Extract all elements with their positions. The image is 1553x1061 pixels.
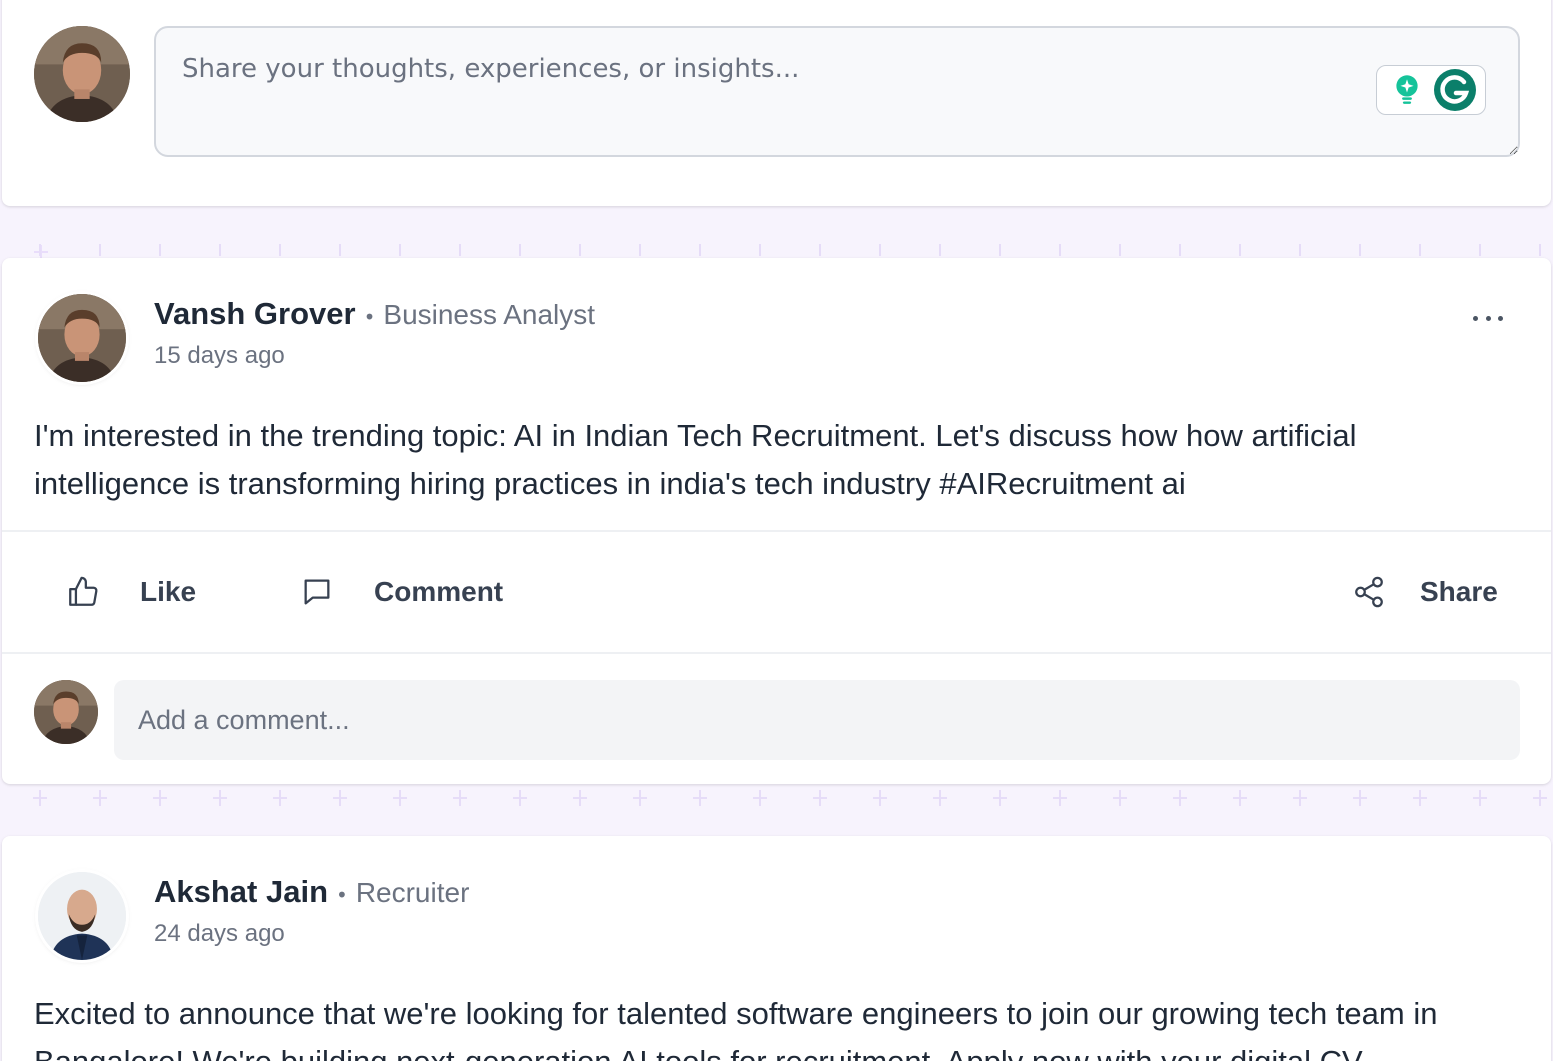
comment-row xyxy=(2,656,1551,776)
divider xyxy=(2,652,1551,654)
author-name[interactable]: Vansh Grover xyxy=(154,296,356,332)
current-user-avatar[interactable] xyxy=(34,26,130,122)
background-pattern-middle xyxy=(0,784,1553,814)
post-card: Vansh Grover • Business Analyst 15 days … xyxy=(2,258,1551,784)
user-avatar-image xyxy=(38,872,126,960)
comment-label: Comment xyxy=(374,576,504,607)
commenter-avatar[interactable] xyxy=(34,680,98,744)
post-composer-card xyxy=(2,0,1551,206)
user-avatar-image xyxy=(34,680,98,744)
author-role: Business Analyst xyxy=(383,299,596,330)
share-button[interactable]: Share xyxy=(1352,532,1498,652)
post-composer-input[interactable] xyxy=(154,26,1520,157)
post-actions: Like Comment Share xyxy=(2,532,1551,652)
author-role: Recruiter xyxy=(355,877,470,908)
share-label: Share xyxy=(1420,576,1498,607)
post-body: Excited to announce that we're looking f… xyxy=(34,996,1438,1061)
thumbs-up-icon xyxy=(69,576,98,606)
comment-input[interactable] xyxy=(114,680,1520,760)
like-label: Like xyxy=(140,576,197,607)
user-avatar-image xyxy=(34,26,130,122)
grammarly-icon[interactable] xyxy=(1433,68,1477,112)
share-icon xyxy=(1355,576,1383,608)
comment-button[interactable]: Comment xyxy=(300,532,503,652)
post-timestamp: 24 days ago xyxy=(154,920,285,947)
author-avatar[interactable] xyxy=(38,872,126,960)
separator-dot: • xyxy=(336,883,348,907)
writing-assistant-widget[interactable] xyxy=(1376,65,1486,115)
lightbulb-icon[interactable] xyxy=(1385,68,1429,112)
separator-dot: • xyxy=(363,305,376,329)
more-options-icon[interactable] xyxy=(1473,308,1503,328)
user-avatar-image xyxy=(38,294,126,382)
author-name[interactable]: Akshat Jain xyxy=(154,874,328,910)
post-timestamp: 15 days ago xyxy=(154,342,285,369)
post-card: Akshat Jain • Recruiter 24 days ago Exci… xyxy=(2,836,1551,1061)
post-header: Akshat Jain • Recruiter 24 days ago xyxy=(154,874,469,948)
post-body: I'm interested in the trending topic: AI… xyxy=(34,418,1357,501)
like-button[interactable]: Like xyxy=(66,532,196,652)
comment-icon xyxy=(304,579,330,605)
author-avatar[interactable] xyxy=(38,294,126,382)
post-header: Vansh Grover • Business Analyst 15 days … xyxy=(154,296,595,370)
